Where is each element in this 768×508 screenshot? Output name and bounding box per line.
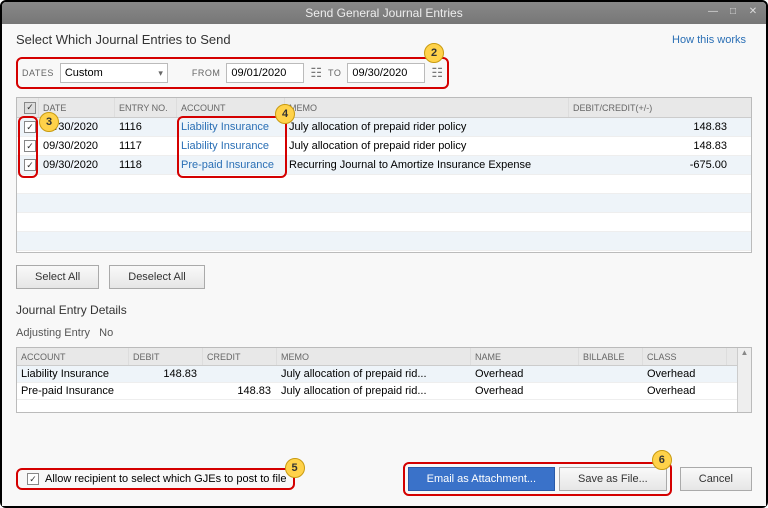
row-amount: 148.83 bbox=[569, 140, 735, 152]
col-entry[interactable]: ENTRY NO. bbox=[115, 98, 177, 117]
entries-table: ✓ DATE ENTRY NO. ACCOUNT MEMO DEBIT/CRED… bbox=[16, 97, 752, 253]
scrollbar[interactable]: ▲ bbox=[737, 348, 751, 412]
row-checkbox[interactable]: ✓ bbox=[24, 140, 36, 152]
d-debit: 148.83 bbox=[129, 368, 203, 380]
footer: ✓ Allow recipient to select which GJEs t… bbox=[16, 454, 752, 496]
dcol-debit[interactable]: DEBIT bbox=[129, 348, 203, 365]
row-account-link[interactable]: Liability Insurance bbox=[177, 140, 285, 152]
row-memo: Recurring Journal to Amortize Insurance … bbox=[285, 159, 569, 171]
table-row-empty bbox=[17, 175, 751, 194]
filter-row: DATES Custom FROM ☷ TO ☷ 2 bbox=[16, 57, 752, 89]
callout-5: 5 bbox=[285, 458, 305, 478]
row-account-link[interactable]: Liability Insurance bbox=[177, 121, 285, 133]
table-header: ✓ DATE ENTRY NO. ACCOUNT MEMO DEBIT/CRED… bbox=[17, 98, 751, 118]
callout-3: 3 bbox=[39, 112, 59, 132]
minimize-icon[interactable]: — bbox=[706, 4, 720, 18]
table-row[interactable]: ✓09/30/20201118Pre-paid InsuranceRecurri… bbox=[17, 156, 751, 175]
row-checkbox[interactable]: ✓ bbox=[24, 159, 36, 171]
allow-recipient-box: ✓ Allow recipient to select which GJEs t… bbox=[16, 468, 295, 490]
calendar-icon[interactable]: ☷ bbox=[310, 65, 322, 81]
help-link[interactable]: How this works bbox=[672, 34, 746, 46]
cancel-button[interactable]: Cancel bbox=[680, 467, 752, 491]
select-all-checkbox[interactable]: ✓ bbox=[24, 102, 36, 114]
detail-row[interactable]: Liability Insurance148.83 July allocation… bbox=[17, 366, 751, 383]
detail-header: ACCOUNT DEBIT CREDIT MEMO NAME BILLABLE … bbox=[17, 348, 751, 366]
action-buttons: Email as Attachment... Save as File... 6 bbox=[403, 462, 672, 496]
select-all-button[interactable]: Select All bbox=[16, 265, 99, 289]
allow-recipient-label: Allow recipient to select which GJEs to … bbox=[45, 473, 287, 485]
d-credit: 148.83 bbox=[203, 385, 277, 397]
row-entry: 1118 bbox=[115, 159, 177, 171]
window: Send General Journal Entries — □ ✕ Selec… bbox=[0, 0, 768, 508]
row-date: 09/30/2020 bbox=[39, 140, 115, 152]
d-class: Overhead bbox=[643, 368, 727, 380]
scroll-up-icon[interactable]: ▲ bbox=[738, 348, 751, 362]
dcol-memo[interactable]: MEMO bbox=[277, 348, 471, 365]
row-checkbox[interactable]: ✓ bbox=[24, 121, 36, 133]
table-row-empty bbox=[17, 232, 751, 251]
d-account: Liability Insurance bbox=[17, 368, 129, 380]
adj-value: No bbox=[99, 327, 113, 339]
d-name: Overhead bbox=[471, 385, 579, 397]
allow-recipient-checkbox[interactable]: ✓ bbox=[27, 473, 39, 485]
row-amount: -675.00 bbox=[569, 159, 735, 171]
col-amount[interactable]: DEBIT/CREDIT(+/-) bbox=[569, 98, 735, 117]
adjusting-entry-row: Adjusting Entry No bbox=[16, 327, 752, 339]
to-date-input[interactable] bbox=[347, 63, 425, 83]
row-entry: 1117 bbox=[115, 140, 177, 152]
d-memo: July allocation of prepaid rid... bbox=[277, 368, 471, 380]
to-label: TO bbox=[328, 68, 341, 78]
from-date-input[interactable] bbox=[226, 63, 304, 83]
from-label: FROM bbox=[192, 68, 221, 78]
row-date: 09/30/2020 bbox=[39, 159, 115, 171]
save-file-button[interactable]: Save as File... bbox=[559, 467, 667, 491]
section-title: Select Which Journal Entries to Send bbox=[16, 32, 752, 47]
adj-label: Adjusting Entry bbox=[16, 327, 90, 339]
details-header: Journal Entry Details bbox=[16, 303, 752, 317]
row-memo: July allocation of prepaid rider policy bbox=[285, 140, 569, 152]
filter-highlight: DATES Custom FROM ☷ TO ☷ bbox=[16, 57, 449, 89]
maximize-icon[interactable]: □ bbox=[726, 4, 740, 18]
col-memo[interactable]: MEMO bbox=[285, 98, 569, 117]
window-title: Send General Journal Entries bbox=[305, 6, 462, 20]
titlebar: Send General Journal Entries — □ ✕ bbox=[2, 2, 766, 24]
row-entry: 1116 bbox=[115, 121, 177, 133]
table-row-empty bbox=[17, 213, 751, 232]
callout-2: 2 bbox=[424, 43, 444, 63]
callout-6: 6 bbox=[652, 450, 672, 470]
dcol-class[interactable]: CLASS bbox=[643, 348, 727, 365]
email-button[interactable]: Email as Attachment... bbox=[408, 467, 555, 491]
row-account-link[interactable]: Pre-paid Insurance bbox=[177, 159, 285, 171]
calendar-icon[interactable]: ☷ bbox=[431, 65, 443, 81]
row-memo: July allocation of prepaid rider policy bbox=[285, 121, 569, 133]
table-row-empty bbox=[17, 194, 751, 213]
dcol-billable[interactable]: BILLABLE bbox=[579, 348, 643, 365]
close-icon[interactable]: ✕ bbox=[746, 4, 760, 18]
deselect-all-button[interactable]: Deselect All bbox=[109, 265, 204, 289]
d-account: Pre-paid Insurance bbox=[17, 385, 129, 397]
select-buttons: Select All Deselect All bbox=[16, 265, 752, 289]
callout-4: 4 bbox=[275, 104, 295, 124]
dates-label: DATES bbox=[22, 68, 54, 78]
detail-row[interactable]: Pre-paid Insurance 148.83July allocation … bbox=[17, 383, 751, 400]
table-row[interactable]: ✓09/30/20201116Liability InsuranceJuly a… bbox=[17, 118, 751, 137]
row-amount: 148.83 bbox=[569, 121, 735, 133]
dcol-credit[interactable]: CREDIT bbox=[203, 348, 277, 365]
dcol-name[interactable]: NAME bbox=[471, 348, 579, 365]
table-row[interactable]: ✓09/30/20201117Liability InsuranceJuly a… bbox=[17, 137, 751, 156]
d-memo: July allocation of prepaid rid... bbox=[277, 385, 471, 397]
dcol-account[interactable]: ACCOUNT bbox=[17, 348, 129, 365]
d-name: Overhead bbox=[471, 368, 579, 380]
d-class: Overhead bbox=[643, 385, 727, 397]
dates-select[interactable]: Custom bbox=[60, 63, 168, 83]
content: Select Which Journal Entries to Send How… bbox=[2, 24, 766, 506]
detail-table: ACCOUNT DEBIT CREDIT MEMO NAME BILLABLE … bbox=[16, 347, 752, 413]
col-account[interactable]: ACCOUNT bbox=[177, 98, 285, 117]
